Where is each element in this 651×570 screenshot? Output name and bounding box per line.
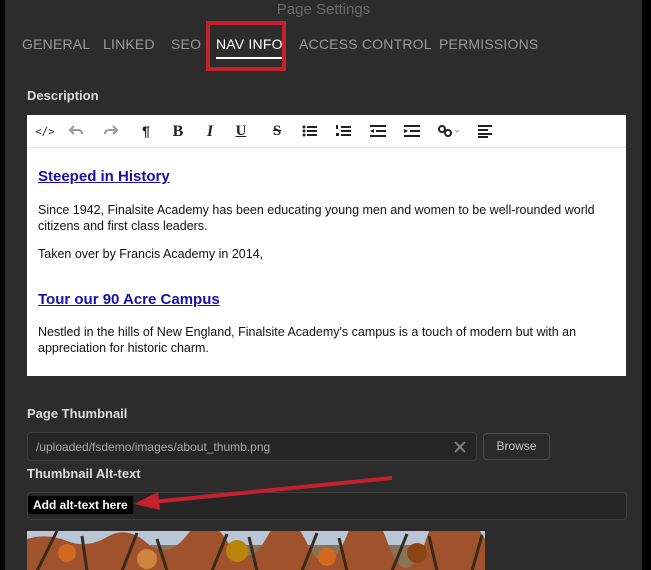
browse-button[interactable]: Browse [483,433,550,460]
undo-button[interactable] [65,115,87,148]
bold-button[interactable]: B [167,115,189,148]
tab-permissions[interactable]: PERMISSIONS [439,36,538,52]
paragraph-history: Since 1942, Finalsite Academy has been e… [38,203,595,233]
numbered-list-icon [336,125,351,136]
redo-icon [104,125,119,135]
tab-seo[interactable]: SEO [171,36,201,52]
annotation-arrow-icon [134,476,393,510]
tab-access-control[interactable]: ACCESS CONTROL [299,36,432,52]
link-icon [438,125,460,137]
paragraph-takeover: Taken over by Francis Academy in 2014, [38,247,264,261]
heading-link-tour-campus[interactable]: Tour our 90 Acre Campus [38,291,220,308]
underline-button[interactable]: U [230,115,252,148]
tab-general[interactable]: GENERAL [22,36,90,52]
editor-toolbar: </> ¶ B I U S [27,115,626,148]
link-button[interactable] [435,115,465,148]
paragraph-campus: Nestled in the hills of New England, Fin… [38,325,577,355]
italic-button[interactable]: I [199,115,221,148]
description-editor[interactable]: Steeped in History Since 1942, Finalsite… [27,148,626,376]
clear-icon[interactable] [454,441,466,453]
thumbnail-alt-text-label: Thumbnail Alt-text [27,466,141,481]
outdent-icon [370,125,386,137]
thumbnail-preview-image [27,531,485,570]
page-thumbnail-label: Page Thumbnail [27,406,128,421]
redo-button[interactable] [100,115,122,148]
paragraph-button[interactable]: ¶ [135,115,157,148]
bullet-list-button[interactable] [299,115,321,148]
alt-text-annotation: Add alt-text here [28,496,133,514]
heading-link-steeped-in-history[interactable]: Steeped in History [38,168,170,185]
align-button[interactable] [475,115,497,148]
strikethrough-button[interactable]: S [266,115,288,148]
undo-icon [68,125,83,135]
thumbnail-path-value: /uploaded/fsdemo/images/about_thumb.png [36,440,271,454]
align-left-icon [478,125,492,138]
bullet-list-icon [302,125,317,137]
description-label: Description [27,88,99,103]
page-settings-dialog: Page Settings GENERAL LINKED SEO NAV INF… [5,0,642,570]
dialog-title: Page Settings [276,1,371,18]
thumbnail-path-input[interactable]: /uploaded/fsdemo/images/about_thumb.png [27,432,477,461]
source-code-button[interactable]: </> [34,115,56,148]
numbered-list-button[interactable] [333,115,355,148]
indent-icon [404,125,420,137]
tab-highlight-box [206,21,286,71]
indent-button[interactable] [401,115,423,148]
outdent-button[interactable] [367,115,389,148]
tab-linked[interactable]: LINKED [103,36,155,52]
